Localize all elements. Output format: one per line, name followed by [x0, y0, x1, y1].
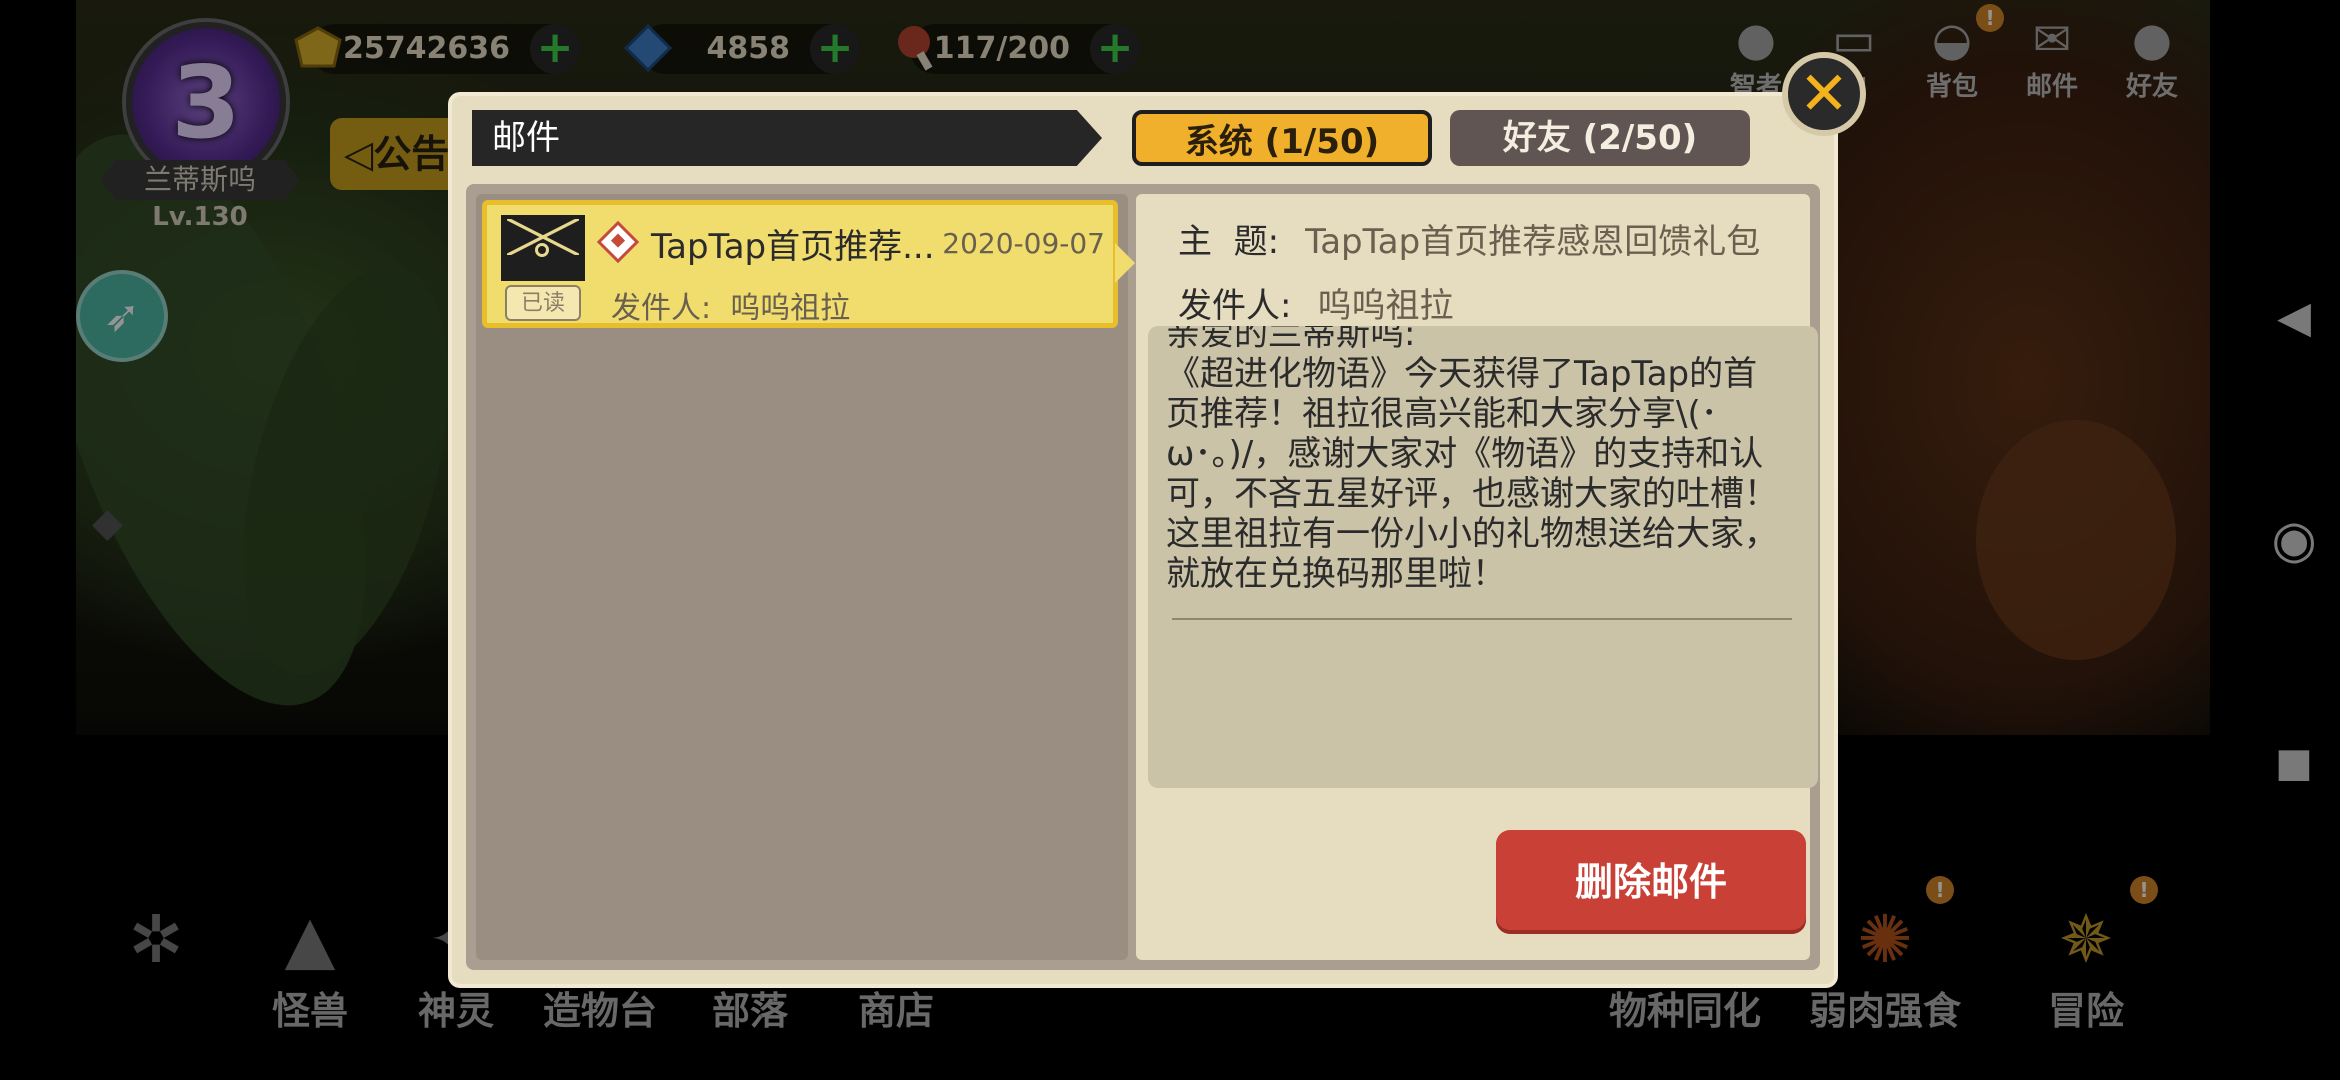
close-button[interactable]: ✕	[1782, 52, 1866, 136]
mail-list-item[interactable]: 已读 TapTap首页推荐... 2020-09-07 发件人: 呜呜祖拉	[482, 200, 1135, 328]
sender-label: 发件人:	[611, 291, 712, 326]
delete-mail-button[interactable]: 删除邮件	[1496, 830, 1806, 934]
mail-body[interactable]: 亲爱的兰蒂斯呜: 《超进化物语》今天获得了TapTap的首页推荐！祖拉很高兴能和…	[1148, 326, 1818, 788]
read-badge: 已读	[505, 285, 581, 321]
sender-name: 呜呜祖拉	[730, 291, 851, 326]
detail-subject-label: 主 题:	[1178, 222, 1280, 262]
system-diamond-icon	[596, 220, 640, 264]
detail-sender: 呜呜祖拉	[1317, 286, 1454, 326]
detail-subject-row: 主 题: TapTap首页推荐感恩回馈礼包	[1178, 214, 1760, 263]
detail-sender-label: 发件人:	[1178, 286, 1292, 326]
close-icon: ✕	[1798, 59, 1850, 129]
mail-dialog: 邮件 系统 (1/50) 好友 (2/50) 已读 TapTap首页推荐... …	[452, 96, 1834, 984]
body-divider	[1172, 618, 1792, 620]
mail-list[interactable]: 已读 TapTap首页推荐... 2020-09-07 发件人: 呜呜祖拉	[476, 194, 1135, 960]
mail-title-bar: 邮件	[472, 110, 1102, 166]
tab-system[interactable]: 系统 (1/50)	[1132, 110, 1432, 166]
mail-item-subject: TapTap首页推荐...	[651, 227, 935, 267]
mail-title: 邮件	[492, 118, 560, 158]
tab-friends[interactable]: 好友 (2/50)	[1450, 110, 1750, 166]
detail-sender-row: 发件人: 呜呜祖拉	[1178, 278, 1453, 327]
envelope-icon	[501, 215, 585, 281]
mail-item-date: 2020-09-07	[942, 227, 1105, 260]
detail-subject: TapTap首页推荐感恩回馈礼包	[1305, 222, 1761, 262]
mail-body-text: 亲爱的兰蒂斯呜: 《超进化物语》今天获得了TapTap的首页推荐！祖拉很高兴能和…	[1166, 326, 1778, 594]
mail-item-sender: 发件人: 呜呜祖拉	[611, 283, 850, 327]
